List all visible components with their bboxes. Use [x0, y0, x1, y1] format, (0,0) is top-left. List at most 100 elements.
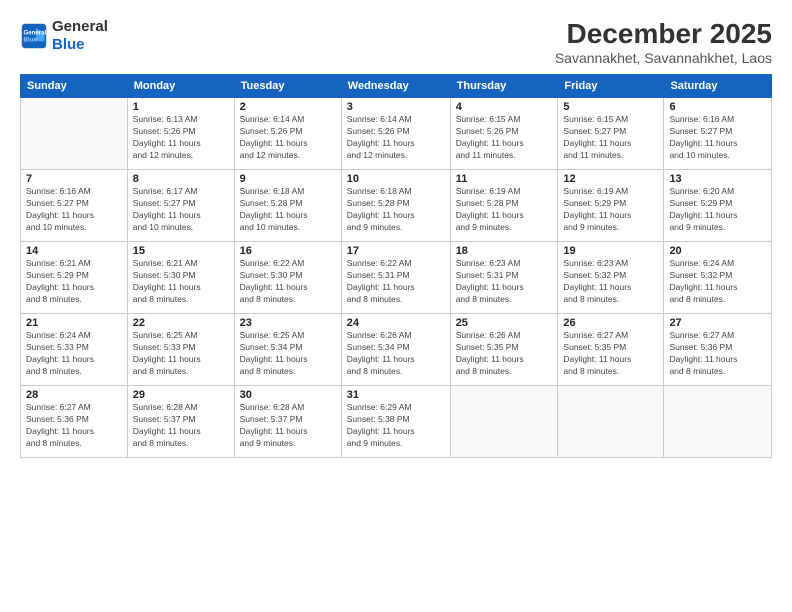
- day-info: Sunrise: 6:26 AM Sunset: 5:35 PM Dayligh…: [456, 330, 553, 378]
- day-info: Sunrise: 6:24 AM Sunset: 5:33 PM Dayligh…: [26, 330, 122, 378]
- day-info: Sunrise: 6:13 AM Sunset: 5:26 PM Dayligh…: [133, 114, 229, 162]
- day-info: Sunrise: 6:18 AM Sunset: 5:28 PM Dayligh…: [347, 186, 445, 234]
- logo-icon: General Blue: [20, 22, 48, 50]
- day-number: 1: [133, 101, 229, 113]
- col-saturday: Saturday: [664, 75, 772, 98]
- calendar-week-4: 28Sunrise: 6:27 AM Sunset: 5:36 PM Dayli…: [21, 386, 772, 458]
- day-number: 20: [669, 245, 766, 257]
- day-info: Sunrise: 6:22 AM Sunset: 5:30 PM Dayligh…: [240, 258, 336, 306]
- calendar-week-3: 21Sunrise: 6:24 AM Sunset: 5:33 PM Dayli…: [21, 314, 772, 386]
- day-info: Sunrise: 6:28 AM Sunset: 5:37 PM Dayligh…: [240, 402, 336, 450]
- header-row: Sunday Monday Tuesday Wednesday Thursday…: [21, 75, 772, 98]
- calendar-cell: 31Sunrise: 6:29 AM Sunset: 5:38 PM Dayli…: [341, 386, 450, 458]
- calendar-cell: 27Sunrise: 6:27 AM Sunset: 5:36 PM Dayli…: [664, 314, 772, 386]
- day-info: Sunrise: 6:16 AM Sunset: 5:27 PM Dayligh…: [26, 186, 122, 234]
- day-number: 26: [563, 317, 658, 329]
- day-info: Sunrise: 6:20 AM Sunset: 5:29 PM Dayligh…: [669, 186, 766, 234]
- calendar-cell: 2Sunrise: 6:14 AM Sunset: 5:26 PM Daylig…: [234, 98, 341, 170]
- day-info: Sunrise: 6:21 AM Sunset: 5:29 PM Dayligh…: [26, 258, 122, 306]
- day-number: 27: [669, 317, 766, 329]
- day-info: Sunrise: 6:25 AM Sunset: 5:33 PM Dayligh…: [133, 330, 229, 378]
- calendar-cell: 28Sunrise: 6:27 AM Sunset: 5:36 PM Dayli…: [21, 386, 128, 458]
- day-info: Sunrise: 6:15 AM Sunset: 5:27 PM Dayligh…: [563, 114, 658, 162]
- day-number: 25: [456, 317, 553, 329]
- day-number: 14: [26, 245, 122, 257]
- header: General Blue General Blue December 2025 …: [20, 18, 772, 66]
- day-number: 9: [240, 173, 336, 185]
- day-info: Sunrise: 6:16 AM Sunset: 5:27 PM Dayligh…: [669, 114, 766, 162]
- calendar-cell: 8Sunrise: 6:17 AM Sunset: 5:27 PM Daylig…: [127, 170, 234, 242]
- calendar-cell: 29Sunrise: 6:28 AM Sunset: 5:37 PM Dayli…: [127, 386, 234, 458]
- calendar-cell: 4Sunrise: 6:15 AM Sunset: 5:26 PM Daylig…: [450, 98, 558, 170]
- day-number: 5: [563, 101, 658, 113]
- svg-text:Blue: Blue: [24, 36, 38, 43]
- day-number: 21: [26, 317, 122, 329]
- calendar-cell: 7Sunrise: 6:16 AM Sunset: 5:27 PM Daylig…: [21, 170, 128, 242]
- calendar-cell: 19Sunrise: 6:23 AM Sunset: 5:32 PM Dayli…: [558, 242, 664, 314]
- calendar-cell: 9Sunrise: 6:18 AM Sunset: 5:28 PM Daylig…: [234, 170, 341, 242]
- day-number: 10: [347, 173, 445, 185]
- calendar-cell: [558, 386, 664, 458]
- calendar-cell: 10Sunrise: 6:18 AM Sunset: 5:28 PM Dayli…: [341, 170, 450, 242]
- day-number: 30: [240, 389, 336, 401]
- day-number: 4: [456, 101, 553, 113]
- col-wednesday: Wednesday: [341, 75, 450, 98]
- calendar-cell: 22Sunrise: 6:25 AM Sunset: 5:33 PM Dayli…: [127, 314, 234, 386]
- subtitle: Savannakhet, Savannahkhet, Laos: [555, 50, 772, 66]
- day-number: 11: [456, 173, 553, 185]
- calendar-cell: [664, 386, 772, 458]
- calendar-cell: 16Sunrise: 6:22 AM Sunset: 5:30 PM Dayli…: [234, 242, 341, 314]
- calendar-cell: 18Sunrise: 6:23 AM Sunset: 5:31 PM Dayli…: [450, 242, 558, 314]
- day-info: Sunrise: 6:27 AM Sunset: 5:35 PM Dayligh…: [563, 330, 658, 378]
- day-number: 16: [240, 245, 336, 257]
- calendar-cell: [450, 386, 558, 458]
- calendar-table: Sunday Monday Tuesday Wednesday Thursday…: [20, 74, 772, 458]
- calendar-week-0: 1Sunrise: 6:13 AM Sunset: 5:26 PM Daylig…: [21, 98, 772, 170]
- day-number: 3: [347, 101, 445, 113]
- day-number: 7: [26, 173, 122, 185]
- calendar-cell: 15Sunrise: 6:21 AM Sunset: 5:30 PM Dayli…: [127, 242, 234, 314]
- col-monday: Monday: [127, 75, 234, 98]
- day-info: Sunrise: 6:14 AM Sunset: 5:26 PM Dayligh…: [347, 114, 445, 162]
- day-number: 6: [669, 101, 766, 113]
- col-thursday: Thursday: [450, 75, 558, 98]
- calendar-cell: 24Sunrise: 6:26 AM Sunset: 5:34 PM Dayli…: [341, 314, 450, 386]
- calendar-cell: 25Sunrise: 6:26 AM Sunset: 5:35 PM Dayli…: [450, 314, 558, 386]
- day-number: 15: [133, 245, 229, 257]
- logo-text: General Blue: [52, 18, 108, 54]
- calendar-header: Sunday Monday Tuesday Wednesday Thursday…: [21, 75, 772, 98]
- calendar-cell: 6Sunrise: 6:16 AM Sunset: 5:27 PM Daylig…: [664, 98, 772, 170]
- day-number: 13: [669, 173, 766, 185]
- day-info: Sunrise: 6:24 AM Sunset: 5:32 PM Dayligh…: [669, 258, 766, 306]
- calendar-cell: 12Sunrise: 6:19 AM Sunset: 5:29 PM Dayli…: [558, 170, 664, 242]
- calendar-week-1: 7Sunrise: 6:16 AM Sunset: 5:27 PM Daylig…: [21, 170, 772, 242]
- day-info: Sunrise: 6:27 AM Sunset: 5:36 PM Dayligh…: [26, 402, 122, 450]
- calendar-cell: 13Sunrise: 6:20 AM Sunset: 5:29 PM Dayli…: [664, 170, 772, 242]
- day-info: Sunrise: 6:19 AM Sunset: 5:29 PM Dayligh…: [563, 186, 658, 234]
- calendar-cell: 23Sunrise: 6:25 AM Sunset: 5:34 PM Dayli…: [234, 314, 341, 386]
- day-info: Sunrise: 6:26 AM Sunset: 5:34 PM Dayligh…: [347, 330, 445, 378]
- day-number: 12: [563, 173, 658, 185]
- calendar-cell: 30Sunrise: 6:28 AM Sunset: 5:37 PM Dayli…: [234, 386, 341, 458]
- day-number: 31: [347, 389, 445, 401]
- calendar-cell: 1Sunrise: 6:13 AM Sunset: 5:26 PM Daylig…: [127, 98, 234, 170]
- calendar-cell: 17Sunrise: 6:22 AM Sunset: 5:31 PM Dayli…: [341, 242, 450, 314]
- day-info: Sunrise: 6:21 AM Sunset: 5:30 PM Dayligh…: [133, 258, 229, 306]
- calendar-cell: 20Sunrise: 6:24 AM Sunset: 5:32 PM Dayli…: [664, 242, 772, 314]
- day-number: 28: [26, 389, 122, 401]
- day-info: Sunrise: 6:18 AM Sunset: 5:28 PM Dayligh…: [240, 186, 336, 234]
- day-info: Sunrise: 6:28 AM Sunset: 5:37 PM Dayligh…: [133, 402, 229, 450]
- logo-line1: General: [52, 18, 108, 36]
- calendar-cell: 11Sunrise: 6:19 AM Sunset: 5:28 PM Dayli…: [450, 170, 558, 242]
- calendar-cell: 5Sunrise: 6:15 AM Sunset: 5:27 PM Daylig…: [558, 98, 664, 170]
- col-tuesday: Tuesday: [234, 75, 341, 98]
- title-block: December 2025 Savannakhet, Savannahkhet,…: [555, 18, 772, 66]
- day-number: 2: [240, 101, 336, 113]
- day-info: Sunrise: 6:27 AM Sunset: 5:36 PM Dayligh…: [669, 330, 766, 378]
- day-info: Sunrise: 6:23 AM Sunset: 5:31 PM Dayligh…: [456, 258, 553, 306]
- calendar-cell: 3Sunrise: 6:14 AM Sunset: 5:26 PM Daylig…: [341, 98, 450, 170]
- day-info: Sunrise: 6:29 AM Sunset: 5:38 PM Dayligh…: [347, 402, 445, 450]
- svg-text:General: General: [24, 29, 47, 36]
- logo-line2: Blue: [52, 36, 108, 54]
- logo: General Blue General Blue: [20, 18, 108, 54]
